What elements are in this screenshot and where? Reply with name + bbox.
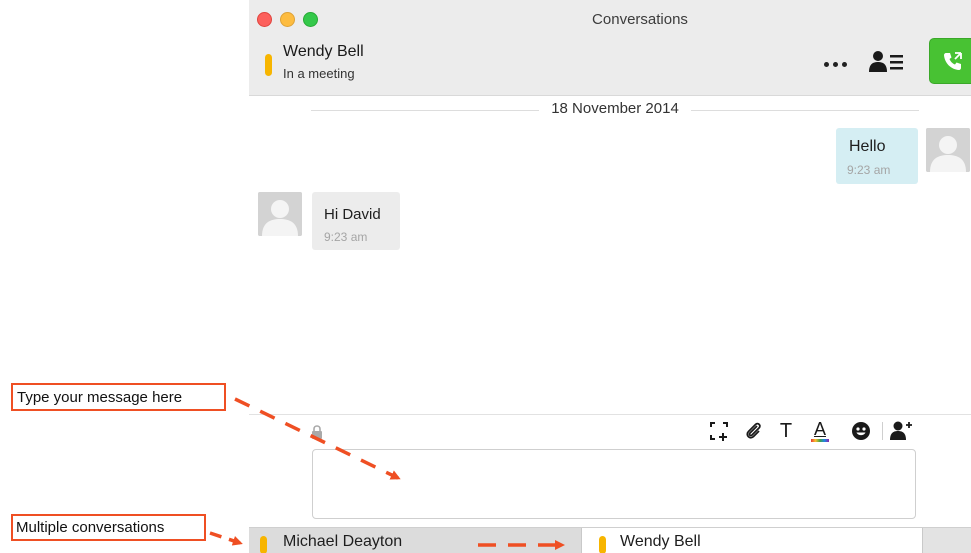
composer-divider bbox=[249, 414, 971, 415]
tab-overflow[interactable] bbox=[922, 528, 971, 553]
tab-wendy-bell[interactable]: Wendy Bell bbox=[582, 528, 922, 553]
emoji-icon[interactable] bbox=[850, 420, 872, 442]
contact-status: In a meeting bbox=[283, 66, 355, 81]
conversation-tabs: Michael Deayton Wendy Bell bbox=[249, 527, 971, 553]
window-title: Conversations bbox=[592, 11, 688, 28]
message-input[interactable] bbox=[312, 449, 916, 519]
call-button[interactable] bbox=[929, 38, 971, 84]
tab-label: Wendy Bell bbox=[620, 533, 701, 550]
arrow-to-first-tab bbox=[209, 531, 243, 546]
presence-indicator bbox=[260, 536, 267, 553]
toolbar-separator bbox=[878, 420, 886, 442]
text-format-icon[interactable]: T bbox=[775, 420, 797, 442]
date-label: 18 November 2014 bbox=[539, 100, 691, 117]
self-avatar bbox=[926, 128, 970, 172]
font-color-glyph: A bbox=[813, 419, 826, 439]
message-text: Hi David bbox=[324, 206, 381, 223]
lock-icon bbox=[311, 425, 323, 439]
annotation-multiple-conversations: Multiple conversations bbox=[11, 514, 206, 541]
message-text: Hello bbox=[849, 138, 886, 155]
presence-indicator bbox=[599, 536, 606, 553]
annotation-type-message: Type your message here bbox=[11, 383, 226, 411]
title-bar: Conversations Wendy Bell In a meeting bbox=[249, 0, 971, 96]
phone-icon bbox=[944, 52, 962, 70]
add-person-icon[interactable] bbox=[889, 420, 915, 442]
screenshot-icon[interactable] bbox=[708, 420, 730, 442]
date-divider: 18 November 2014 bbox=[311, 98, 919, 122]
presence-indicator bbox=[265, 54, 272, 76]
screenshot-stage: Conversations Wendy Bell In a meeting 18… bbox=[0, 0, 971, 553]
ellipsis-icon[interactable] bbox=[824, 54, 854, 74]
conversations-window: Conversations Wendy Bell In a meeting 18… bbox=[249, 0, 971, 553]
message-time: 9:23 am bbox=[324, 230, 368, 244]
paperclip-icon[interactable] bbox=[743, 420, 765, 442]
font-color-icon[interactable]: A bbox=[808, 420, 832, 442]
contact-name[interactable]: Wendy Bell bbox=[283, 43, 364, 61]
outgoing-message-bubble[interactable]: Hello 9:23 am bbox=[836, 128, 918, 184]
tab-michael-deayton[interactable]: Michael Deayton bbox=[249, 528, 582, 553]
tab-label: Michael Deayton bbox=[283, 533, 403, 550]
contact-avatar bbox=[258, 192, 302, 236]
contact-card-icon[interactable] bbox=[869, 50, 905, 76]
incoming-message-bubble[interactable]: Hi David 9:23 am bbox=[312, 192, 400, 250]
message-time: 9:23 am bbox=[847, 163, 891, 177]
